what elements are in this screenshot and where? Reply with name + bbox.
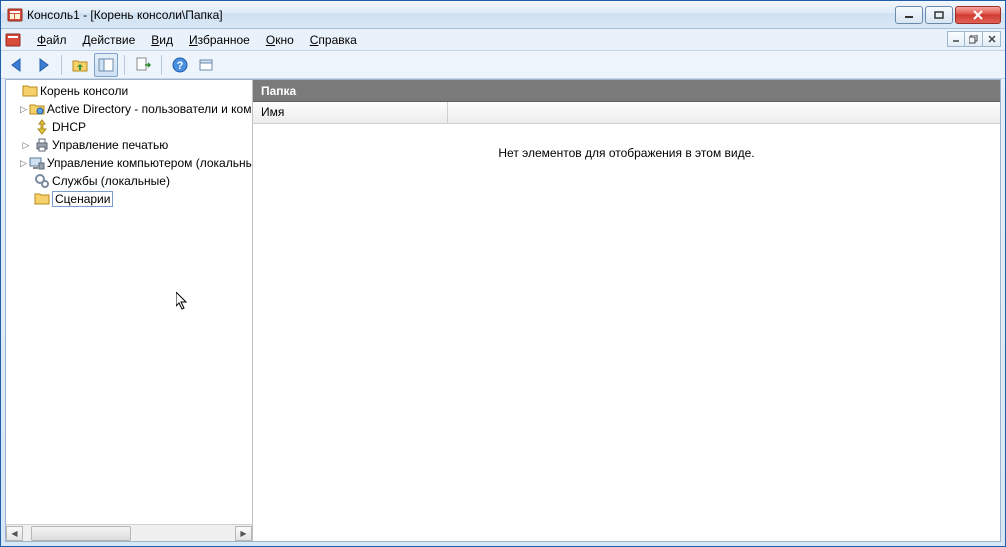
folder-icon bbox=[34, 191, 50, 207]
column-header-row: Имя bbox=[253, 102, 1000, 124]
tree-item-dhcp[interactable]: DHCP bbox=[6, 118, 252, 136]
window-title: Консоль1 - [Корень консоли\Папка] bbox=[27, 8, 223, 22]
menu-file[interactable]: Файл bbox=[29, 31, 75, 49]
new-window-button[interactable] bbox=[194, 53, 218, 77]
window-controls bbox=[895, 6, 1001, 24]
ad-users-icon bbox=[29, 101, 45, 117]
export-list-button[interactable] bbox=[131, 53, 155, 77]
tree-item-label: Управление печатью bbox=[52, 138, 168, 152]
tree-item-label-editing[interactable]: Сценарии bbox=[52, 191, 113, 207]
tree-hscrollbar[interactable]: ◀ ▶ bbox=[6, 524, 252, 541]
client-area: Корень консоли ▷ Active Directory - поль… bbox=[5, 79, 1001, 542]
expander-icon[interactable]: ▷ bbox=[20, 103, 27, 115]
mdi-restore-button[interactable] bbox=[965, 31, 983, 47]
scroll-left-button[interactable]: ◀ bbox=[6, 526, 23, 541]
content-body: Нет элементов для отображения в этом вид… bbox=[253, 124, 1000, 541]
show-tree-button[interactable] bbox=[94, 53, 118, 77]
tree-root-label: Корень консоли bbox=[40, 84, 128, 98]
computer-mgmt-icon bbox=[29, 155, 45, 171]
close-button[interactable] bbox=[955, 6, 1001, 24]
mdi-app-icon bbox=[5, 32, 21, 48]
content-title: Папка bbox=[261, 84, 296, 98]
up-folder-button[interactable] bbox=[68, 53, 92, 77]
services-icon bbox=[34, 173, 50, 189]
menu-view[interactable]: Вид bbox=[143, 31, 181, 49]
folder-icon bbox=[22, 83, 38, 99]
minimize-button[interactable] bbox=[895, 6, 923, 24]
tree-item-label: Управление компьютером (локальным) bbox=[47, 156, 252, 170]
tree-pane: Корень консоли ▷ Active Directory - поль… bbox=[6, 80, 253, 541]
mdi-minimize-button[interactable] bbox=[947, 31, 965, 47]
expander-icon[interactable]: ▷ bbox=[20, 139, 32, 151]
svg-text:?: ? bbox=[177, 60, 184, 72]
empty-message: Нет элементов для отображения в этом вид… bbox=[498, 146, 754, 541]
toolbar-separator bbox=[161, 55, 162, 75]
expander-icon[interactable] bbox=[8, 85, 20, 97]
column-header-name[interactable]: Имя bbox=[253, 102, 448, 123]
app-icon bbox=[7, 7, 23, 23]
tree-item-label: Службы (локальные) bbox=[52, 174, 170, 188]
scroll-thumb[interactable] bbox=[31, 526, 131, 541]
forward-button[interactable] bbox=[31, 53, 55, 77]
toolbar-separator bbox=[124, 55, 125, 75]
scroll-right-button[interactable]: ▶ bbox=[235, 526, 252, 541]
print-mgmt-icon bbox=[34, 137, 50, 153]
toolbar-separator bbox=[61, 55, 62, 75]
titlebar: Консоль1 - [Корень консоли\Папка] bbox=[1, 1, 1005, 29]
tree-item-scripts[interactable]: Сценарии bbox=[6, 190, 252, 208]
scroll-track[interactable] bbox=[23, 526, 235, 541]
menu-help[interactable]: Справка bbox=[302, 31, 365, 49]
help-button[interactable]: ? bbox=[168, 53, 192, 77]
expander-spacer bbox=[20, 175, 32, 187]
app-window: Консоль1 - [Корень консоли\Папка] Файл Д… bbox=[0, 0, 1006, 547]
dhcp-icon bbox=[34, 119, 50, 135]
back-button[interactable] bbox=[5, 53, 29, 77]
tree-item-label: Active Directory - пользователи и компью… bbox=[47, 102, 252, 116]
column-header-empty[interactable] bbox=[448, 102, 1000, 123]
tree-root[interactable]: Корень консоли bbox=[6, 82, 252, 100]
menu-window[interactable]: Окно bbox=[258, 31, 302, 49]
toolbar: ? bbox=[1, 51, 1005, 79]
content-header: Папка bbox=[253, 80, 1000, 102]
expander-icon[interactable]: ▷ bbox=[20, 157, 27, 169]
tree-item-label: DHCP bbox=[52, 120, 86, 134]
maximize-button[interactable] bbox=[925, 6, 953, 24]
tree-item-ad[interactable]: ▷ Active Directory - пользователи и комп… bbox=[6, 100, 252, 118]
tree-item-compmgmt[interactable]: ▷ Управление компьютером (локальным) bbox=[6, 154, 252, 172]
mdi-close-button[interactable] bbox=[983, 31, 1001, 47]
content-pane: Папка Имя Нет элементов для отображения … bbox=[253, 80, 1000, 541]
tree-item-print[interactable]: ▷ Управление печатью bbox=[6, 136, 252, 154]
expander-spacer bbox=[20, 193, 32, 205]
mdi-controls bbox=[947, 31, 1001, 47]
menu-favorites[interactable]: Избранное bbox=[181, 31, 258, 49]
menu-action[interactable]: Действие bbox=[75, 31, 144, 49]
menu-bar: Файл Действие Вид Избранное Окно Справка bbox=[1, 29, 1005, 51]
tree-item-services[interactable]: Службы (локальные) bbox=[6, 172, 252, 190]
expander-spacer bbox=[20, 121, 32, 133]
tree-body: Корень консоли ▷ Active Directory - поль… bbox=[6, 80, 252, 524]
